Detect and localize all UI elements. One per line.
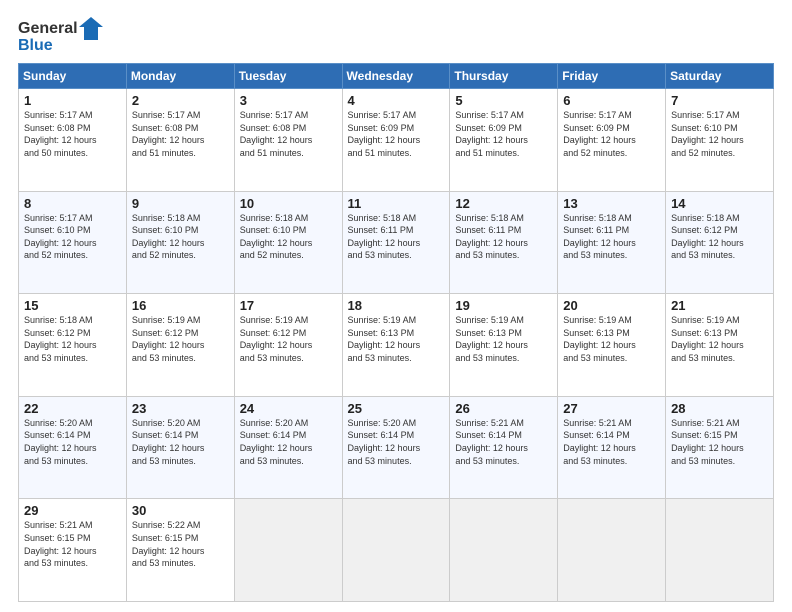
table-row: 24Sunrise: 5:20 AMSunset: 6:14 PMDayligh… [234, 396, 342, 499]
svg-text:Blue: Blue [18, 37, 53, 53]
table-row: 26Sunrise: 5:21 AMSunset: 6:14 PMDayligh… [450, 396, 558, 499]
table-row: 12Sunrise: 5:18 AMSunset: 6:11 PMDayligh… [450, 191, 558, 294]
table-row: 25Sunrise: 5:20 AMSunset: 6:14 PMDayligh… [342, 396, 450, 499]
col-tuesday: Tuesday [234, 64, 342, 89]
table-row: 14Sunrise: 5:18 AMSunset: 6:12 PMDayligh… [666, 191, 774, 294]
calendar-week-1: 1Sunrise: 5:17 AMSunset: 6:08 PMDaylight… [19, 89, 774, 192]
svg-text:General: General [18, 20, 78, 37]
calendar-header-row: Sunday Monday Tuesday Wednesday Thursday… [19, 64, 774, 89]
table-row: 23Sunrise: 5:20 AMSunset: 6:14 PMDayligh… [126, 396, 234, 499]
table-row: 15Sunrise: 5:18 AMSunset: 6:12 PMDayligh… [19, 294, 127, 397]
col-thursday: Thursday [450, 64, 558, 89]
calendar-week-2: 8Sunrise: 5:17 AMSunset: 6:10 PMDaylight… [19, 191, 774, 294]
table-row: 4Sunrise: 5:17 AMSunset: 6:09 PMDaylight… [342, 89, 450, 192]
table-row: 11Sunrise: 5:18 AMSunset: 6:11 PMDayligh… [342, 191, 450, 294]
header: General Blue [18, 15, 774, 53]
table-row: 16Sunrise: 5:19 AMSunset: 6:12 PMDayligh… [126, 294, 234, 397]
table-row: 19Sunrise: 5:19 AMSunset: 6:13 PMDayligh… [450, 294, 558, 397]
calendar-week-5: 29Sunrise: 5:21 AMSunset: 6:15 PMDayligh… [19, 499, 774, 602]
table-row: 18Sunrise: 5:19 AMSunset: 6:13 PMDayligh… [342, 294, 450, 397]
col-monday: Monday [126, 64, 234, 89]
table-row: 17Sunrise: 5:19 AMSunset: 6:12 PMDayligh… [234, 294, 342, 397]
calendar-table: Sunday Monday Tuesday Wednesday Thursday… [18, 63, 774, 602]
table-row [666, 499, 774, 602]
col-sunday: Sunday [19, 64, 127, 89]
col-wednesday: Wednesday [342, 64, 450, 89]
logo-svg: General Blue [18, 15, 108, 53]
table-row: 6Sunrise: 5:17 AMSunset: 6:09 PMDaylight… [558, 89, 666, 192]
col-friday: Friday [558, 64, 666, 89]
calendar-week-3: 15Sunrise: 5:18 AMSunset: 6:12 PMDayligh… [19, 294, 774, 397]
table-row: 1Sunrise: 5:17 AMSunset: 6:08 PMDaylight… [19, 89, 127, 192]
table-row [234, 499, 342, 602]
table-row: 10Sunrise: 5:18 AMSunset: 6:10 PMDayligh… [234, 191, 342, 294]
table-row: 29Sunrise: 5:21 AMSunset: 6:15 PMDayligh… [19, 499, 127, 602]
table-row: 22Sunrise: 5:20 AMSunset: 6:14 PMDayligh… [19, 396, 127, 499]
table-row: 20Sunrise: 5:19 AMSunset: 6:13 PMDayligh… [558, 294, 666, 397]
logo: General Blue [18, 15, 108, 53]
table-row: 9Sunrise: 5:18 AMSunset: 6:10 PMDaylight… [126, 191, 234, 294]
table-row [450, 499, 558, 602]
table-row: 3Sunrise: 5:17 AMSunset: 6:08 PMDaylight… [234, 89, 342, 192]
table-row: 13Sunrise: 5:18 AMSunset: 6:11 PMDayligh… [558, 191, 666, 294]
table-row: 7Sunrise: 5:17 AMSunset: 6:10 PMDaylight… [666, 89, 774, 192]
table-row: 5Sunrise: 5:17 AMSunset: 6:09 PMDaylight… [450, 89, 558, 192]
table-row: 30Sunrise: 5:22 AMSunset: 6:15 PMDayligh… [126, 499, 234, 602]
table-row: 27Sunrise: 5:21 AMSunset: 6:14 PMDayligh… [558, 396, 666, 499]
page: General Blue Sunday Monday Tuesday Wedne… [0, 0, 792, 612]
table-row: 28Sunrise: 5:21 AMSunset: 6:15 PMDayligh… [666, 396, 774, 499]
table-row: 21Sunrise: 5:19 AMSunset: 6:13 PMDayligh… [666, 294, 774, 397]
table-row [558, 499, 666, 602]
table-row: 2Sunrise: 5:17 AMSunset: 6:08 PMDaylight… [126, 89, 234, 192]
table-row: 8Sunrise: 5:17 AMSunset: 6:10 PMDaylight… [19, 191, 127, 294]
table-row [342, 499, 450, 602]
calendar-week-4: 22Sunrise: 5:20 AMSunset: 6:14 PMDayligh… [19, 396, 774, 499]
col-saturday: Saturday [666, 64, 774, 89]
